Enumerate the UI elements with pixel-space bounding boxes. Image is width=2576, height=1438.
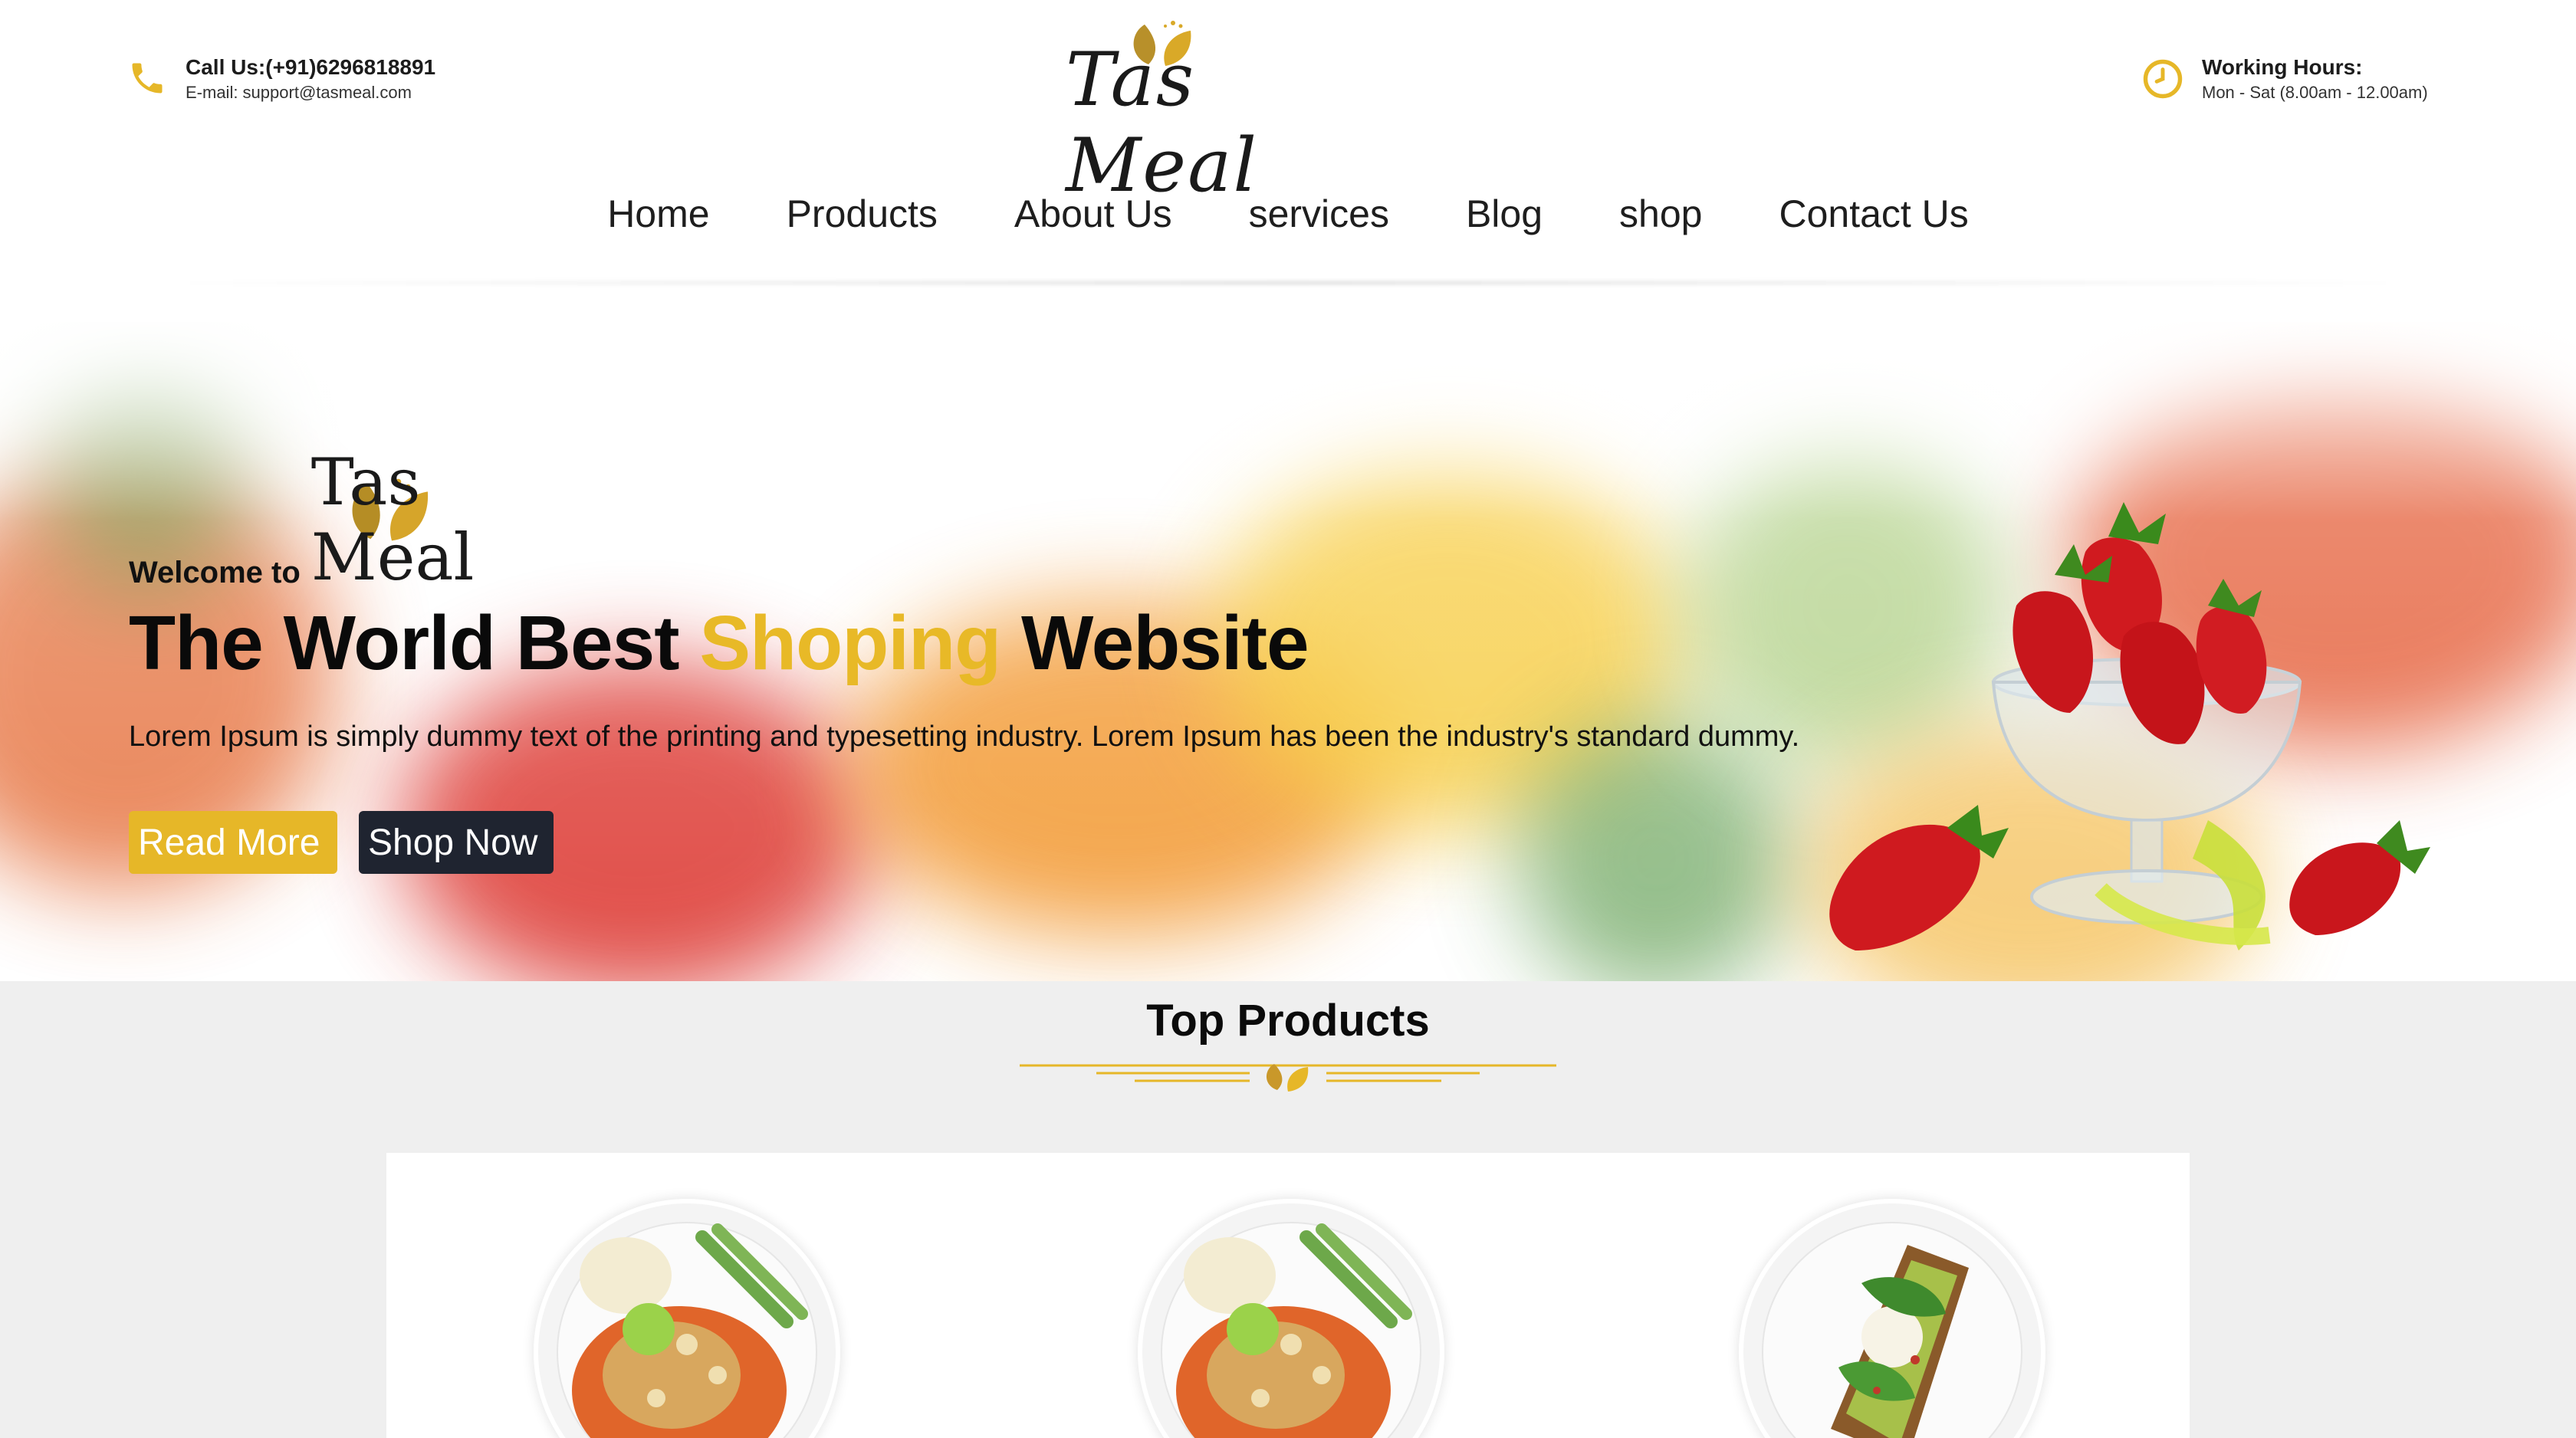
product-image[interactable] [1138, 1199, 1444, 1438]
title-divider-icon [1020, 1064, 1556, 1092]
read-more-button[interactable]: Read More [129, 811, 337, 874]
shop-now-button[interactable]: Shop Now [359, 811, 554, 874]
brand-text: Tas Meal [310, 445, 475, 595]
nav-item-services[interactable]: services [1249, 192, 1389, 236]
product-image[interactable] [1739, 1199, 2045, 1438]
hero-headline: The World Best Shoping Website [129, 599, 1309, 688]
working-hours: Working Hours: Mon - Sat (8.00am - 12.00… [2142, 55, 2428, 103]
noodle-dish-icon [1176, 1223, 1412, 1438]
nav-divider [169, 281, 2407, 285]
nav-item-shop[interactable]: shop [1619, 192, 1702, 236]
hours-value: Mon - Sat (8.00am - 12.00am) [2202, 83, 2428, 102]
site-logo[interactable]: Tas Meal [1058, 18, 1319, 208]
noodle-dish-icon [572, 1223, 808, 1438]
nav-item-about-us[interactable]: About Us [1014, 192, 1172, 236]
hero-banner: Welcome to Tas Meal The World Best Shopi… [0, 322, 2576, 981]
top-products-section: Top Products [0, 981, 2576, 1438]
top-products-title: Top Products [1146, 996, 1430, 1046]
hero-description: Lorem Ipsum is simply dummy text of the … [129, 721, 1800, 753]
hero-brand: Tas Meal [311, 445, 587, 595]
headline-part-1: The World Best [129, 600, 700, 686]
welcome-text: Welcome to [129, 556, 301, 589]
contact-info: Call Us:(+91)6296818891 E-mail: support@… [127, 55, 435, 103]
top-bar: Call Us:(+91)6296818891 E-mail: support@… [0, 0, 2576, 208]
main-nav: Home Products About Us services Blog sho… [0, 192, 2576, 236]
headline-part-2: Website [1001, 600, 1309, 686]
clock-icon [2143, 59, 2183, 99]
nav-item-contact-us[interactable]: Contact Us [1779, 192, 1968, 236]
product-cards [386, 1153, 2190, 1438]
call-us-text[interactable]: Call Us:(+91)6296818891 [186, 55, 435, 80]
email-text[interactable]: E-mail: support@tasmeal.com [186, 83, 435, 103]
headline-accent: Shoping [699, 600, 1001, 686]
hero-welcome: Welcome to Tas Meal [129, 445, 587, 595]
strawberry-bowl-image [1829, 502, 2430, 950]
hours-title: Working Hours: [2202, 55, 2363, 79]
nav-item-products[interactable]: Products [787, 192, 938, 236]
logo-text: Tas Meal [1066, 37, 1259, 208]
nav-item-home[interactable]: Home [607, 192, 709, 236]
product-image[interactable] [534, 1199, 840, 1438]
nav-item-blog[interactable]: Blog [1466, 192, 1543, 236]
avocado-toast-icon [1831, 1245, 1969, 1438]
phone-icon [132, 63, 163, 94]
